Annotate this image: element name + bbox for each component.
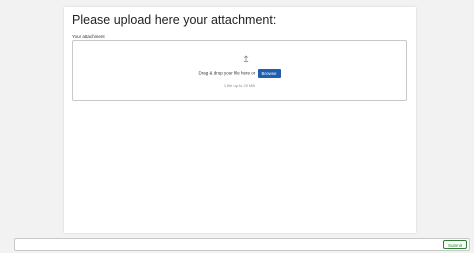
file-limit-text: 1 file up to 20 MB [223,83,256,88]
page-title: Please upload here your attachment: [72,13,277,27]
upload-arrow-icon [243,55,249,64]
bottom-action-bar: Submit [14,238,470,251]
submit-button[interactable]: Submit [442,240,467,249]
browse-button[interactable]: Browse [257,69,281,78]
attachment-field-label: Your attachment [72,34,105,39]
dropzone-instruction-row: Drag & drop your file here or Browse [73,69,406,78]
upload-card: Please upload here your attachment: Your… [64,7,416,233]
dropzone-instruction-text: Drag & drop your file here or [198,70,256,76]
file-dropzone[interactable]: Drag & drop your file here or Browse 1 f… [72,40,407,101]
